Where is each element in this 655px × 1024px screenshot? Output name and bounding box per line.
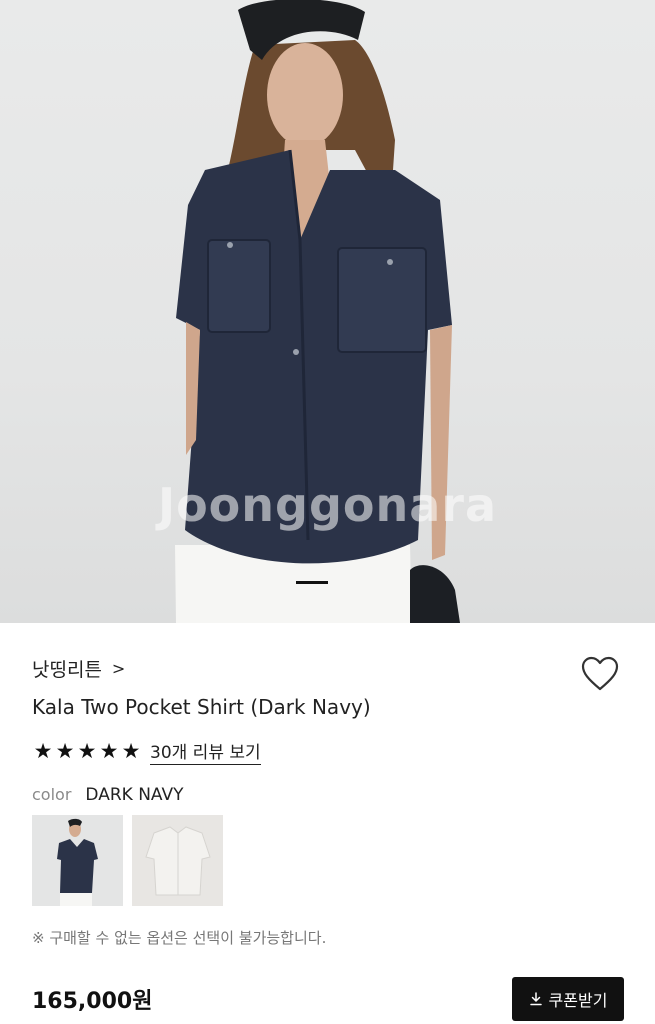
swatch-thumbnail — [132, 815, 223, 906]
brand-name: 낫띵리튼 — [32, 659, 102, 681]
color-value: DARK NAVY — [85, 785, 184, 805]
color-swatches — [32, 815, 223, 906]
chevron-right-icon: > — [111, 659, 126, 678]
swatch-thumbnail — [32, 815, 123, 906]
coupon-button[interactable]: 쿠폰받기 — [512, 977, 624, 1021]
brand-link[interactable]: 낫띵리튼 > — [32, 655, 125, 682]
rating-stars: ★ ★ ★ ★ ★ — [32, 741, 142, 762]
swatch-white[interactable] — [132, 815, 223, 906]
download-icon — [529, 992, 542, 1006]
product-title: Kala Two Pocket Shirt (Dark Navy) — [32, 695, 371, 719]
price: 165,000원 — [32, 989, 153, 1014]
swatch-dark-navy[interactable] — [32, 815, 123, 906]
slide-indicator — [296, 581, 328, 584]
wishlist-button[interactable] — [580, 655, 620, 693]
star-icon: ★ — [33, 739, 53, 763]
rating-row: ★ ★ ★ ★ ★ 30개 리뷰 보기 — [32, 738, 261, 765]
star-icon: ★ — [121, 739, 141, 763]
option-notice: ※ 구매할 수 없는 옵션은 선택이 불가능합니다. — [32, 929, 327, 947]
star-icon: ★ — [99, 739, 119, 763]
heart-outline-icon — [581, 656, 619, 691]
color-row: color DARK NAVY — [32, 785, 183, 805]
star-icon: ★ — [55, 739, 75, 763]
review-link[interactable]: 30개 리뷰 보기 — [150, 738, 261, 765]
coupon-label: 쿠폰받기 — [548, 991, 608, 1010]
star-icon: ★ — [77, 739, 97, 763]
color-label: color — [32, 785, 72, 804]
product-main-image[interactable]: Joonggonara — [0, 0, 655, 623]
watermark-text: Joonggonara — [157, 478, 498, 532]
